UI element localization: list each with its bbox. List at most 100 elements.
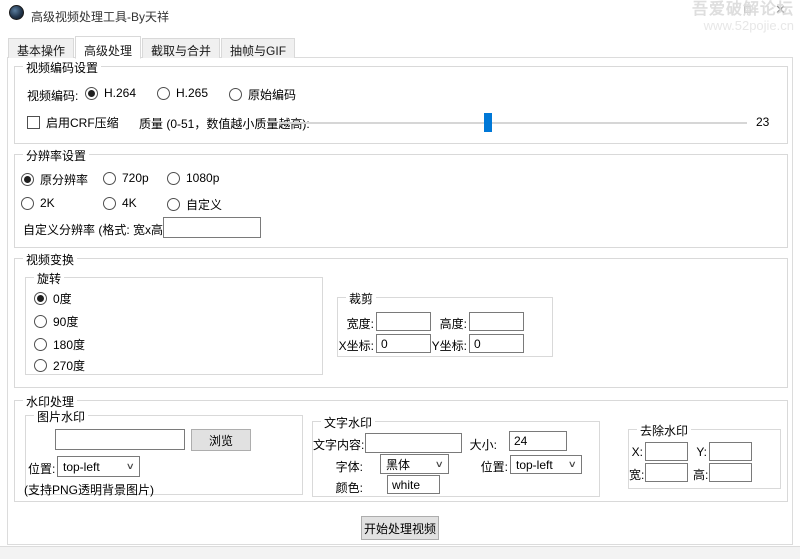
radio-icon [103, 171, 116, 185]
radio-h265[interactable]: H.265 [157, 86, 208, 100]
remove-width-label: 宽: [629, 468, 645, 482]
text-color-label: 颜色: [335, 481, 363, 495]
subgroup-text-watermark: 文字水印 文字内容: 大小: 字体: 黑体 ∨ 位置: top-left ∨ 颜… [312, 414, 600, 497]
custom-resolution-input[interactable] [163, 217, 261, 238]
radio-rotate-0[interactable]: 0度 [34, 290, 72, 307]
png-note: (支持PNG透明背景图片) [24, 483, 154, 497]
radio-icon-checked [34, 292, 47, 305]
text-content-input[interactable] [365, 433, 462, 453]
radio-label: 0度 [53, 292, 72, 306]
crop-width-label: 宽度: [346, 317, 374, 331]
tab-advanced-processing[interactable]: 高级处理 [75, 36, 142, 59]
crf-checkbox[interactable]: 启用CRF压缩 [27, 114, 119, 131]
maximize-button[interactable]: □ [744, 4, 751, 16]
text-color-input[interactable] [387, 475, 440, 494]
radio-rotate-180[interactable]: 180度 [34, 336, 85, 353]
radio-rotate-270[interactable]: 270度 [34, 357, 85, 374]
radio-label: 4K [122, 196, 137, 210]
tab-basic-operations[interactable]: 基本操作 [8, 38, 75, 58]
radio-icon [21, 196, 34, 210]
chevron-down-icon: ∨ [435, 458, 445, 469]
text-position-label: 位置: [480, 460, 508, 474]
radio-720p[interactable]: 720p [103, 171, 149, 185]
remove-height-label: 高: [693, 468, 709, 482]
radio-original-codec[interactable]: 原始编码 [229, 86, 296, 103]
radio-original-resolution[interactable]: 原分辨率 [21, 171, 88, 188]
quality-value: 23 [756, 115, 770, 129]
crop-y-input[interactable] [469, 334, 524, 353]
quality-slider-thumb[interactable] [484, 113, 492, 132]
crop-height-label: 高度: [439, 317, 467, 331]
subgroup-title-text-watermark: 文字水印 [321, 414, 376, 431]
close-button[interactable]: ✕ [775, 2, 786, 18]
subgroup-title-rotate: 旋转 [34, 270, 65, 287]
subgroup-title-remove-watermark: 去除水印 [637, 422, 692, 439]
tab-cut-merge[interactable]: 截取与合并 [142, 38, 221, 58]
titlebar: 高级视频处理工具-By天祥 □ ✕ 吾爱破解论坛 www.52pojie.cn [0, 0, 800, 32]
text-font-select[interactable]: 黑体 ∨ [380, 454, 449, 474]
remove-y-input[interactable] [709, 442, 752, 461]
chevron-down-icon: ∨ [568, 459, 578, 469]
checkbox-label: 启用CRF压缩 [46, 116, 119, 130]
browse-button[interactable]: 浏览 [191, 429, 251, 451]
select-value: top-left [516, 457, 553, 472]
image-watermark-path-input[interactable] [55, 429, 185, 450]
remove-x-input[interactable] [645, 442, 688, 461]
text-position-select[interactable]: top-left ∨ [510, 455, 582, 474]
radio-1080p[interactable]: 1080p [167, 171, 219, 185]
radio-icon [167, 171, 180, 185]
radio-icon [229, 88, 242, 101]
crop-width-input[interactable] [376, 312, 431, 331]
text-size-label: 大小: [469, 438, 497, 452]
custom-resolution-label: 自定义分辨率 (格式: 宽x高): [23, 223, 171, 237]
radio-icon [34, 315, 47, 328]
radio-custom-resolution[interactable]: 自定义 [167, 196, 222, 213]
subgroup-crop: 裁剪 宽度: 高度: X坐标: Y坐标: [337, 290, 553, 357]
select-value: top-left [63, 459, 100, 474]
radio-icon [103, 196, 116, 210]
radio-4k[interactable]: 4K [103, 196, 137, 210]
checkbox-icon [27, 116, 40, 129]
radio-rotate-90[interactable]: 90度 [34, 313, 78, 330]
radio-icon [34, 338, 47, 351]
radio-label: 原分辨率 [40, 173, 89, 187]
group-video-transform: 视频变换 旋转 0度 90度 180度 270度 裁剪 宽度: 高度: X坐标:… [14, 251, 788, 388]
subgroup-title-image-watermark: 图片水印 [34, 408, 89, 425]
text-size-input[interactable] [509, 431, 567, 451]
radio-label: 原始编码 [248, 88, 297, 102]
remove-width-input[interactable] [645, 463, 688, 482]
remove-x-label: X: [631, 445, 643, 459]
start-processing-button[interactable]: 开始处理视频 [361, 516, 439, 540]
remove-y-label: Y: [696, 445, 707, 459]
radio-h264[interactable]: H.264 [85, 86, 136, 100]
group-watermark-processing: 水印处理 图片水印 浏览 位置: top-left ∨ (支持PNG透明背景图片… [14, 393, 788, 502]
radio-icon [34, 359, 47, 372]
subgroup-remove-watermark: 去除水印 X: Y: 宽: 高: [628, 422, 781, 489]
radio-2k[interactable]: 2K [21, 196, 55, 210]
chevron-down-icon: ∨ [126, 461, 136, 471]
crop-x-input[interactable] [376, 334, 431, 353]
radio-label: 180度 [53, 338, 86, 352]
remove-height-input[interactable] [709, 463, 752, 482]
group-resolution-settings: 分辨率设置 原分辨率 720p 1080p 2K 4K 自定义 自定义分辨率 (… [14, 147, 788, 248]
radio-label: H.265 [176, 86, 209, 100]
image-position-select[interactable]: top-left ∨ [57, 456, 140, 477]
radio-icon-checked [85, 86, 98, 100]
tab-frames-gif[interactable]: 抽帧与GIF [221, 38, 296, 58]
radio-label: 720p [122, 171, 149, 185]
group-title-transform: 视频变换 [23, 251, 78, 268]
crop-height-input[interactable] [469, 312, 524, 331]
group-title-resolution: 分辨率设置 [23, 147, 90, 164]
radio-icon [157, 86, 170, 100]
quality-slider-track[interactable] [279, 122, 747, 124]
crop-x-label: X坐标: [338, 339, 374, 353]
radio-label: 90度 [53, 315, 79, 329]
window-bottom-edge [0, 546, 800, 559]
codec-label: 视频编码: [27, 89, 79, 103]
subgroup-image-watermark: 图片水印 浏览 位置: top-left ∨ (支持PNG透明背景图片) [24, 408, 303, 497]
group-title-encoding: 视频编码设置 [23, 59, 102, 76]
select-value: 黑体 [386, 457, 411, 472]
radio-label: 270度 [53, 359, 86, 373]
radio-label: 自定义 [186, 198, 223, 212]
text-font-label: 字体: [335, 460, 363, 474]
